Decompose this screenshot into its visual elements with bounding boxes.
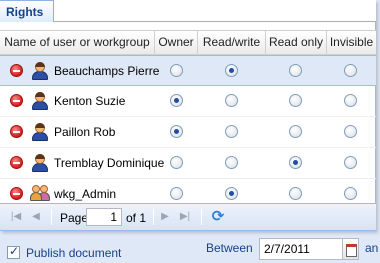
readwrite-radio[interactable] [225, 156, 238, 169]
tab-rights[interactable]: Rights [0, 0, 54, 22]
last-page-icon[interactable]: ▶| [178, 210, 192, 224]
column-header-name[interactable]: Name of user or workgroup [0, 31, 155, 54]
invisible-radio[interactable] [344, 125, 357, 138]
table-row[interactable]: Paillon Rob [0, 117, 376, 148]
user-name: Beauchamps Pierre [54, 64, 160, 78]
table-row[interactable]: Kenton Suzie [0, 86, 376, 117]
owner-radio[interactable] [170, 64, 183, 77]
user-icon [32, 92, 48, 110]
readonly-radio[interactable] [289, 187, 302, 200]
publish-checkbox[interactable] [7, 244, 20, 259]
calendar-icon[interactable] [342, 238, 359, 260]
delete-icon[interactable] [10, 125, 23, 138]
paging-toolbar: |◀ ◀ Page of 1 ▶ ▶| ⟳ [0, 203, 376, 230]
user-name: Paillon Rob [54, 125, 116, 139]
grid-header: Name of user or workgroup Owner Read/wri… [0, 30, 376, 55]
next-page-icon[interactable]: ▶ [158, 210, 172, 224]
readonly-radio[interactable] [289, 125, 302, 138]
table-row[interactable]: Beauchamps Pierre [0, 55, 376, 86]
workgroup-icon [30, 185, 50, 203]
separator [153, 209, 154, 225]
readwrite-radio[interactable] [225, 64, 238, 77]
page-number-input[interactable] [86, 208, 122, 226]
delete-icon[interactable] [10, 156, 23, 169]
readwrite-radio[interactable] [225, 187, 238, 200]
start-date-input[interactable] [259, 238, 343, 260]
between-label: Between [206, 241, 253, 255]
owner-radio[interactable] [170, 94, 183, 107]
invisible-radio[interactable] [344, 64, 357, 77]
page-count-label: of 1 [126, 211, 147, 225]
rights-panel: Rights Name of user or workgroup Owner R… [0, 0, 376, 231]
document-options: Publish document Between an [0, 232, 380, 263]
readonly-radio[interactable] [289, 156, 302, 169]
column-header-readwrite[interactable]: Read/write [198, 31, 266, 54]
user-name: wkg_Admin [54, 187, 117, 201]
readwrite-radio[interactable] [225, 94, 238, 107]
user-icon [32, 123, 48, 141]
readonly-radio[interactable] [289, 64, 302, 77]
refresh-icon[interactable]: ⟳ [210, 209, 226, 225]
owner-radio[interactable] [170, 187, 183, 200]
readonly-radio[interactable] [289, 94, 302, 107]
and-label: an [365, 241, 379, 255]
first-page-icon[interactable]: |◀ [9, 210, 23, 224]
column-header-owner[interactable]: Owner [155, 31, 198, 54]
user-icon [32, 62, 48, 80]
user-name: Kenton Suzie [54, 94, 126, 108]
delete-icon[interactable] [10, 64, 23, 77]
invisible-radio[interactable] [344, 94, 357, 107]
table-row[interactable]: Tremblay Dominique [0, 148, 376, 179]
user-name: Tremblay Dominique [54, 156, 165, 170]
page-label: Page [60, 211, 89, 225]
separator [51, 209, 52, 225]
delete-icon[interactable] [10, 187, 23, 200]
publish-label[interactable]: Publish document [26, 246, 121, 260]
column-header-readonly[interactable]: Read only [266, 31, 327, 54]
column-header-invisible[interactable]: Invisible [327, 31, 376, 54]
separator [201, 209, 202, 225]
owner-radio[interactable] [170, 125, 183, 138]
readwrite-radio[interactable] [225, 125, 238, 138]
invisible-radio[interactable] [344, 156, 357, 169]
tab-strip: Rights [0, 0, 376, 22]
owner-radio[interactable] [170, 156, 183, 169]
delete-icon[interactable] [10, 94, 23, 107]
prev-page-icon[interactable]: ◀ [29, 210, 43, 224]
user-icon [32, 154, 48, 172]
invisible-radio[interactable] [344, 187, 357, 200]
